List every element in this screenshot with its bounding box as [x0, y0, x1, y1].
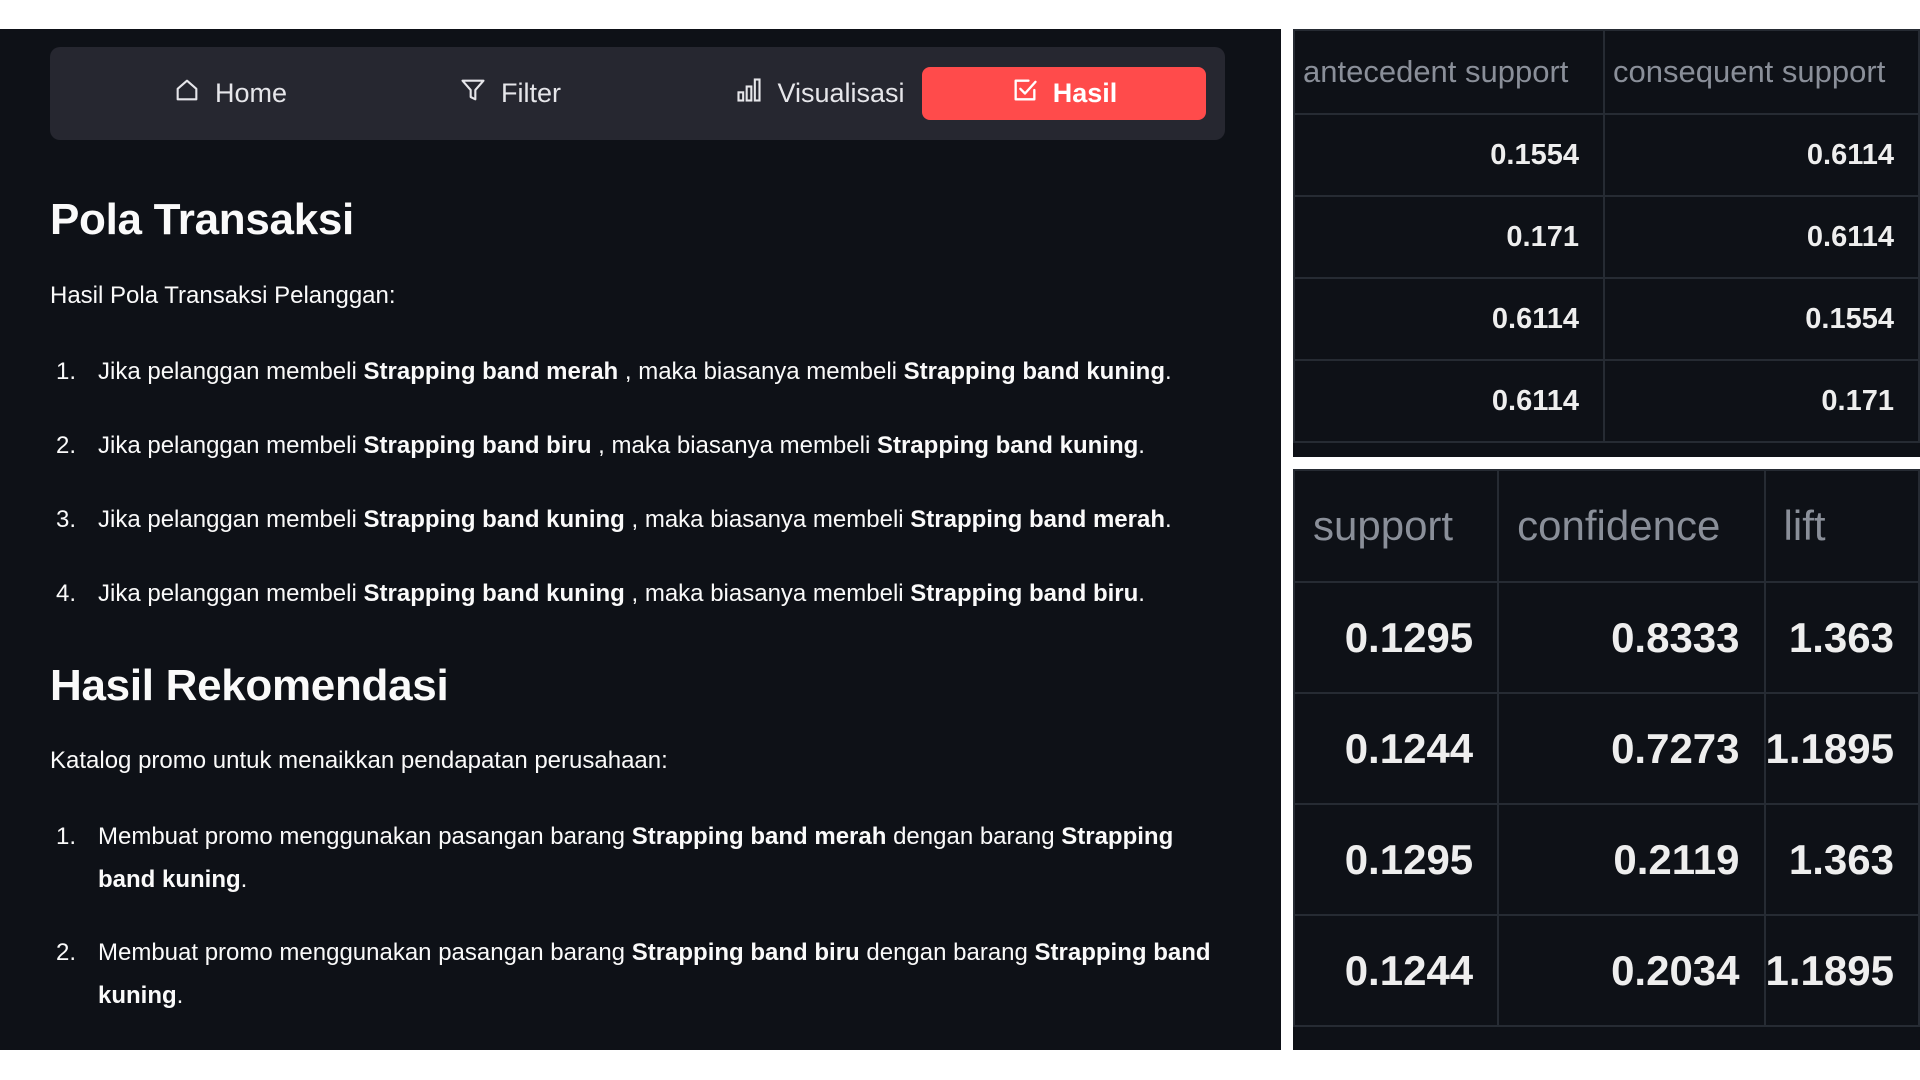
table-cell: 0.1295 [1293, 803, 1500, 916]
table-cell: 1.363 [1763, 581, 1920, 694]
nav-filter[interactable]: Filter [390, 67, 630, 120]
filter-icon [459, 76, 487, 111]
metrics-table: support confidence lift 0.1295 0.8333 1.… [1293, 469, 1920, 1050]
checkbox-icon [1011, 76, 1039, 111]
home-icon [173, 76, 201, 111]
list-item: 1. Membuat promo menggunakan pasangan bar… [56, 823, 1174, 893]
table-row: 0.1244 0.7273 1.1895 [1293, 692, 1920, 805]
table-row: 0.6114 0.1554 [1293, 277, 1920, 361]
column-header[interactable]: antecedent support [1293, 29, 1605, 115]
column-header[interactable]: consequent support [1603, 29, 1920, 115]
rekomendasi-list: 1. Membuat promo menggunakan pasangan bar… [50, 815, 1230, 1047]
nav-home[interactable]: Home [110, 67, 350, 120]
table-row: 0.6114 0.171 [1293, 359, 1920, 443]
table-header-row: antecedent support consequent support [1293, 29, 1920, 115]
table-cell: 0.6114 [1293, 277, 1605, 361]
table-cell: 0.1554 [1603, 277, 1920, 361]
column-header[interactable]: confidence [1497, 469, 1766, 583]
table-row: 0.1554 0.6114 [1293, 113, 1920, 197]
table-cell: 0.1295 [1293, 581, 1500, 694]
table-header-row: support confidence lift [1293, 469, 1920, 583]
list-item: 2. Membuat promo menggunakan pasangan bar… [56, 939, 1211, 1009]
pola-list: 1. Jika pelanggan membeli Strapping band … [50, 350, 1230, 646]
list-item: 2. Jika pelanggan membeli Strapping band … [56, 432, 1145, 459]
table-row: 0.1244 0.2034 1.1895 [1293, 914, 1920, 1027]
list-item: 1. Jika pelanggan membeli Strapping band … [56, 358, 1172, 385]
table-cell: 0.7273 [1497, 692, 1766, 805]
table-cell: 1.1895 [1763, 692, 1920, 805]
column-header[interactable]: support [1293, 469, 1500, 583]
table-cell: 0.6114 [1603, 113, 1920, 197]
table-row: 0.1295 0.8333 1.363 [1293, 581, 1920, 694]
table-cell: 1.363 [1763, 803, 1920, 916]
nav-visualisasi-label: Visualisasi [777, 78, 905, 108]
table-cell: 0.1244 [1293, 914, 1500, 1027]
table-cell: 0.2119 [1497, 803, 1766, 916]
table-cell: 0.171 [1293, 195, 1605, 279]
table-cell: 0.2034 [1497, 914, 1766, 1027]
table-cell: 0.6114 [1603, 195, 1920, 279]
nav-bar: Home Filter Visualisasi Hasil [50, 47, 1225, 140]
nav-hasil[interactable]: Hasil [922, 67, 1206, 120]
rekomendasi-title: Hasil Rekomendasi [50, 661, 449, 710]
column-header[interactable]: lift [1763, 469, 1920, 583]
pola-title: Pola Transaksi [50, 195, 354, 244]
support-table: antecedent support consequent support 0.… [1293, 29, 1920, 457]
table-row: 0.171 0.6114 [1293, 195, 1920, 279]
list-item: 3. Jika pelanggan membeli Strapping band … [56, 506, 1172, 533]
table-cell: 0.8333 [1497, 581, 1766, 694]
tables-panel: antecedent support consequent support 0.… [1293, 29, 1920, 1050]
table-cell: 0.6114 [1293, 359, 1605, 443]
pola-intro: Hasil Pola Transaksi Pelanggan: [50, 282, 396, 309]
table-cell: 1.1895 [1763, 914, 1920, 1027]
nav-hasil-label: Hasil [1052, 78, 1118, 108]
bar-chart-icon [735, 76, 763, 111]
rekomendasi-intro: Katalog promo untuk menaikkan pendapatan… [50, 747, 668, 774]
list-item: 4. Jika pelanggan membeli Strapping band … [56, 580, 1145, 607]
table-cell: 0.171 [1603, 359, 1920, 443]
table-cell: 0.1244 [1293, 692, 1500, 805]
streamlit-app-panel: Home Filter Visualisasi Hasil Pola Trans… [0, 29, 1281, 1050]
table-row: 0.1295 0.2119 1.363 [1293, 803, 1920, 916]
nav-filter-label: Filter [501, 78, 561, 108]
table-cell: 0.1554 [1293, 113, 1605, 197]
nav-home-label: Home [214, 78, 288, 108]
